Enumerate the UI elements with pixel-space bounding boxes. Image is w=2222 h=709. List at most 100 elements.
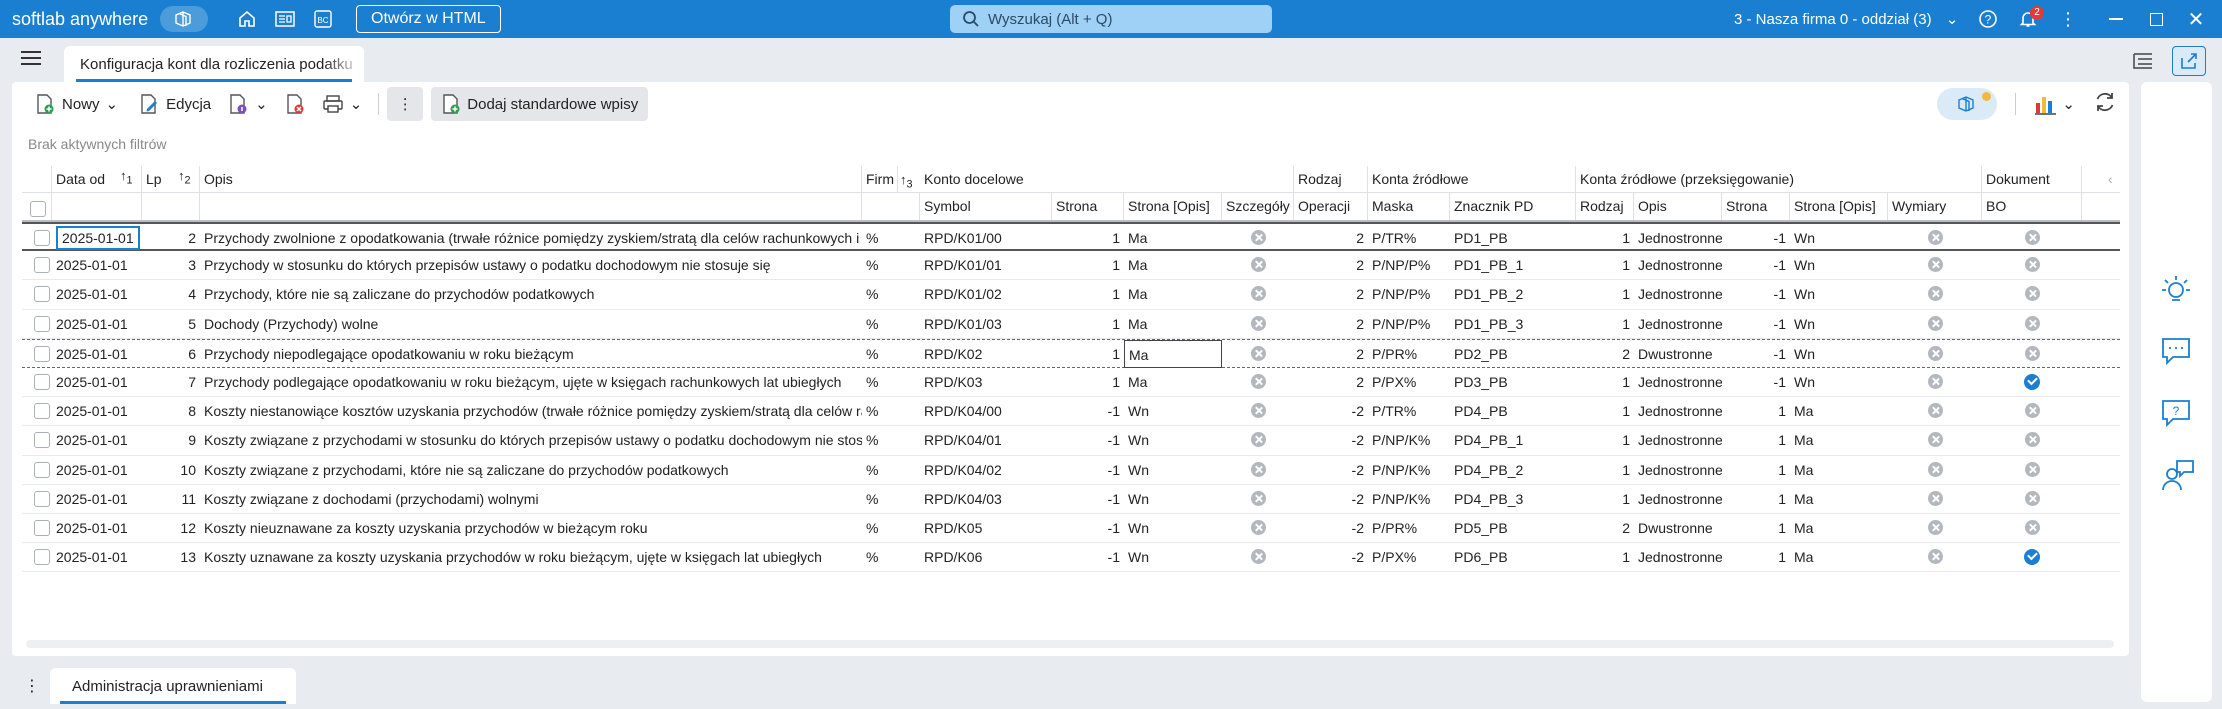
cell-opis2[interactable]: Jednostronne xyxy=(1634,251,1722,279)
header-symbol[interactable]: Symbol xyxy=(920,193,1052,220)
cell-szczegoly[interactable] xyxy=(1222,426,1294,454)
cell-wymiary[interactable] xyxy=(1888,397,1982,425)
header-opis[interactable]: Opis xyxy=(200,166,862,193)
cell-strona[interactable]: 1 xyxy=(1052,280,1124,308)
cell-rodzaj[interactable]: 2 xyxy=(1576,340,1634,368)
cell-znacznik[interactable]: PD1_PB_1 xyxy=(1450,251,1576,279)
cell-symbol[interactable]: RPD/K05 xyxy=(920,514,1052,542)
cell-opis2[interactable]: Jednostronne xyxy=(1634,280,1722,308)
row-checkbox[interactable] xyxy=(34,432,50,449)
more-menu-button[interactable]: ⋮ xyxy=(2048,3,2088,35)
cell-bo[interactable] xyxy=(1982,251,2082,279)
cell-maska[interactable]: P/PX% xyxy=(1368,368,1450,396)
cell-bo[interactable] xyxy=(1982,310,2082,338)
cell-opis[interactable]: Koszty nieuznawane za koszty uzyskania p… xyxy=(200,514,862,542)
row-checkbox[interactable] xyxy=(34,403,50,420)
cell-symbol[interactable]: RPD/K04/00 xyxy=(920,397,1052,425)
cell-strona-opis2[interactable]: Wn xyxy=(1790,251,1888,279)
cell-lp[interactable]: 11 xyxy=(142,485,200,513)
cell-strona2[interactable]: -1 xyxy=(1722,310,1790,338)
cell-symbol[interactable]: RPD/K06 xyxy=(920,543,1052,571)
cell-strona2[interactable]: 1 xyxy=(1722,514,1790,542)
cell-strona-opis[interactable]: Ma xyxy=(1124,339,1222,368)
table-row[interactable]: 2025-01-01 13 Koszty uznawane za koszty uz… xyxy=(22,543,2120,573)
cell-strona2[interactable]: 1 xyxy=(1722,426,1790,454)
cell-szczegoly[interactable] xyxy=(1222,397,1294,425)
cell-szczegoly[interactable] xyxy=(1222,485,1294,513)
cell-znacznik[interactable]: PD6_PB xyxy=(1450,543,1576,571)
cell-rodzaj[interactable]: 1 xyxy=(1576,485,1634,513)
cell-date[interactable]: 2025-01-01 xyxy=(52,340,142,368)
cell-lp[interactable]: 12 xyxy=(142,514,200,542)
cell-rodzaj[interactable]: 1 xyxy=(1576,456,1634,484)
row-checkbox[interactable] xyxy=(34,286,50,303)
cell-wymiary[interactable] xyxy=(1888,251,1982,279)
table-row[interactable]: 2025-01-01 10 Koszty związane z przychodam… xyxy=(22,456,2120,485)
cell-szczegoly[interactable] xyxy=(1222,514,1294,542)
cell-operacji[interactable]: 2 xyxy=(1294,280,1368,308)
bc-button[interactable]: BC xyxy=(304,3,342,35)
home-button[interactable] xyxy=(228,3,266,35)
cell-strona-opis2[interactable]: Wn xyxy=(1790,310,1888,338)
cell-opis2[interactable]: Jednostronne xyxy=(1634,368,1722,396)
cell-operacji[interactable]: -2 xyxy=(1294,397,1368,425)
header-maska[interactable]: Maska xyxy=(1368,193,1450,220)
cell-strona[interactable]: -1 xyxy=(1052,543,1124,571)
help-chat-button[interactable]: ? xyxy=(2159,396,2195,435)
header-firm[interactable]: Firm xyxy=(862,166,898,193)
cell-lp[interactable]: 6 xyxy=(142,340,200,368)
cell-date[interactable]: 2025-01-01 xyxy=(52,251,142,279)
cell-strona-opis[interactable]: Wn xyxy=(1124,426,1222,454)
cell-strona[interactable]: 1 xyxy=(1052,340,1124,368)
cell-strona-opis2[interactable]: Ma xyxy=(1790,426,1888,454)
cell-symbol[interactable]: RPD/K04/02 xyxy=(920,456,1052,484)
cell-wymiary[interactable] xyxy=(1888,514,1982,542)
tree-view-button[interactable] xyxy=(2126,46,2160,76)
maximize-button[interactable] xyxy=(2136,3,2176,35)
cell-operacji[interactable]: 2 xyxy=(1294,310,1368,338)
company-selector[interactable]: 3 - Nasza firma 0 - oddział (3) ⌄ xyxy=(1734,10,1958,28)
cell-strona-opis2[interactable]: Ma xyxy=(1790,514,1888,542)
cell-firm[interactable]: % xyxy=(862,340,920,368)
row-checkbox[interactable] xyxy=(34,315,50,332)
minimize-button[interactable] xyxy=(2096,3,2136,35)
refresh-button[interactable] xyxy=(2093,90,2117,118)
cell-szczegoly[interactable] xyxy=(1222,251,1294,279)
cell-strona-opis[interactable]: Wn xyxy=(1124,485,1222,513)
cell-opis[interactable]: Koszty związane z przychodami w stosunku… xyxy=(200,426,862,454)
cell-rodzaj[interactable]: 1 xyxy=(1576,251,1634,279)
cell-bo[interactable] xyxy=(1982,456,2082,484)
chart-button[interactable]: ⌄ xyxy=(2034,93,2075,115)
cell-opis2[interactable]: Jednostronne xyxy=(1634,224,1722,252)
cell-strona2[interactable]: -1 xyxy=(1722,251,1790,279)
cell-operacji[interactable]: 2 xyxy=(1294,224,1368,252)
cell-operacji[interactable]: -2 xyxy=(1294,543,1368,571)
close-button[interactable]: ✕ xyxy=(2176,3,2216,35)
cell-operacji[interactable]: -2 xyxy=(1294,456,1368,484)
cell-strona-opis[interactable]: Ma xyxy=(1124,280,1222,308)
cell-znacznik[interactable]: PD4_PB xyxy=(1450,397,1576,425)
cell-szczegoly[interactable] xyxy=(1222,340,1294,368)
support-button[interactable] xyxy=(2159,458,2195,499)
cell-wymiary[interactable] xyxy=(1888,310,1982,338)
cell-maska[interactable]: P/TR% xyxy=(1368,397,1450,425)
cell-firm[interactable]: % xyxy=(862,543,920,571)
header-strona-opis2[interactable]: Strona [Opis] xyxy=(1790,193,1888,220)
cell-bo[interactable] xyxy=(1982,543,2082,571)
cell-strona[interactable]: -1 xyxy=(1052,485,1124,513)
cell-lp[interactable]: 4 xyxy=(142,280,200,308)
cell-wymiary[interactable] xyxy=(1888,340,1982,368)
cell-szczegoly[interactable] xyxy=(1222,543,1294,571)
cell-rodzaj[interactable]: 1 xyxy=(1576,280,1634,308)
row-checkbox[interactable] xyxy=(34,345,50,362)
cell-szczegoly[interactable] xyxy=(1222,224,1294,252)
cell-maska[interactable]: P/NP/K% xyxy=(1368,485,1450,513)
cell-strona-opis2[interactable]: Wn xyxy=(1790,368,1888,396)
cell-lp[interactable]: 10 xyxy=(142,456,200,484)
cell-lp[interactable]: 7 xyxy=(142,368,200,396)
cell-strona-opis2[interactable]: Ma xyxy=(1790,456,1888,484)
table-row[interactable]: 2025-01-01 3 Przychody w stosunku do który… xyxy=(22,251,2120,281)
tab-administracja[interactable]: Administracja uprawnieniami xyxy=(50,668,296,704)
cell-rodzaj[interactable]: 1 xyxy=(1576,224,1634,252)
cell-rodzaj[interactable]: 1 xyxy=(1576,426,1634,454)
